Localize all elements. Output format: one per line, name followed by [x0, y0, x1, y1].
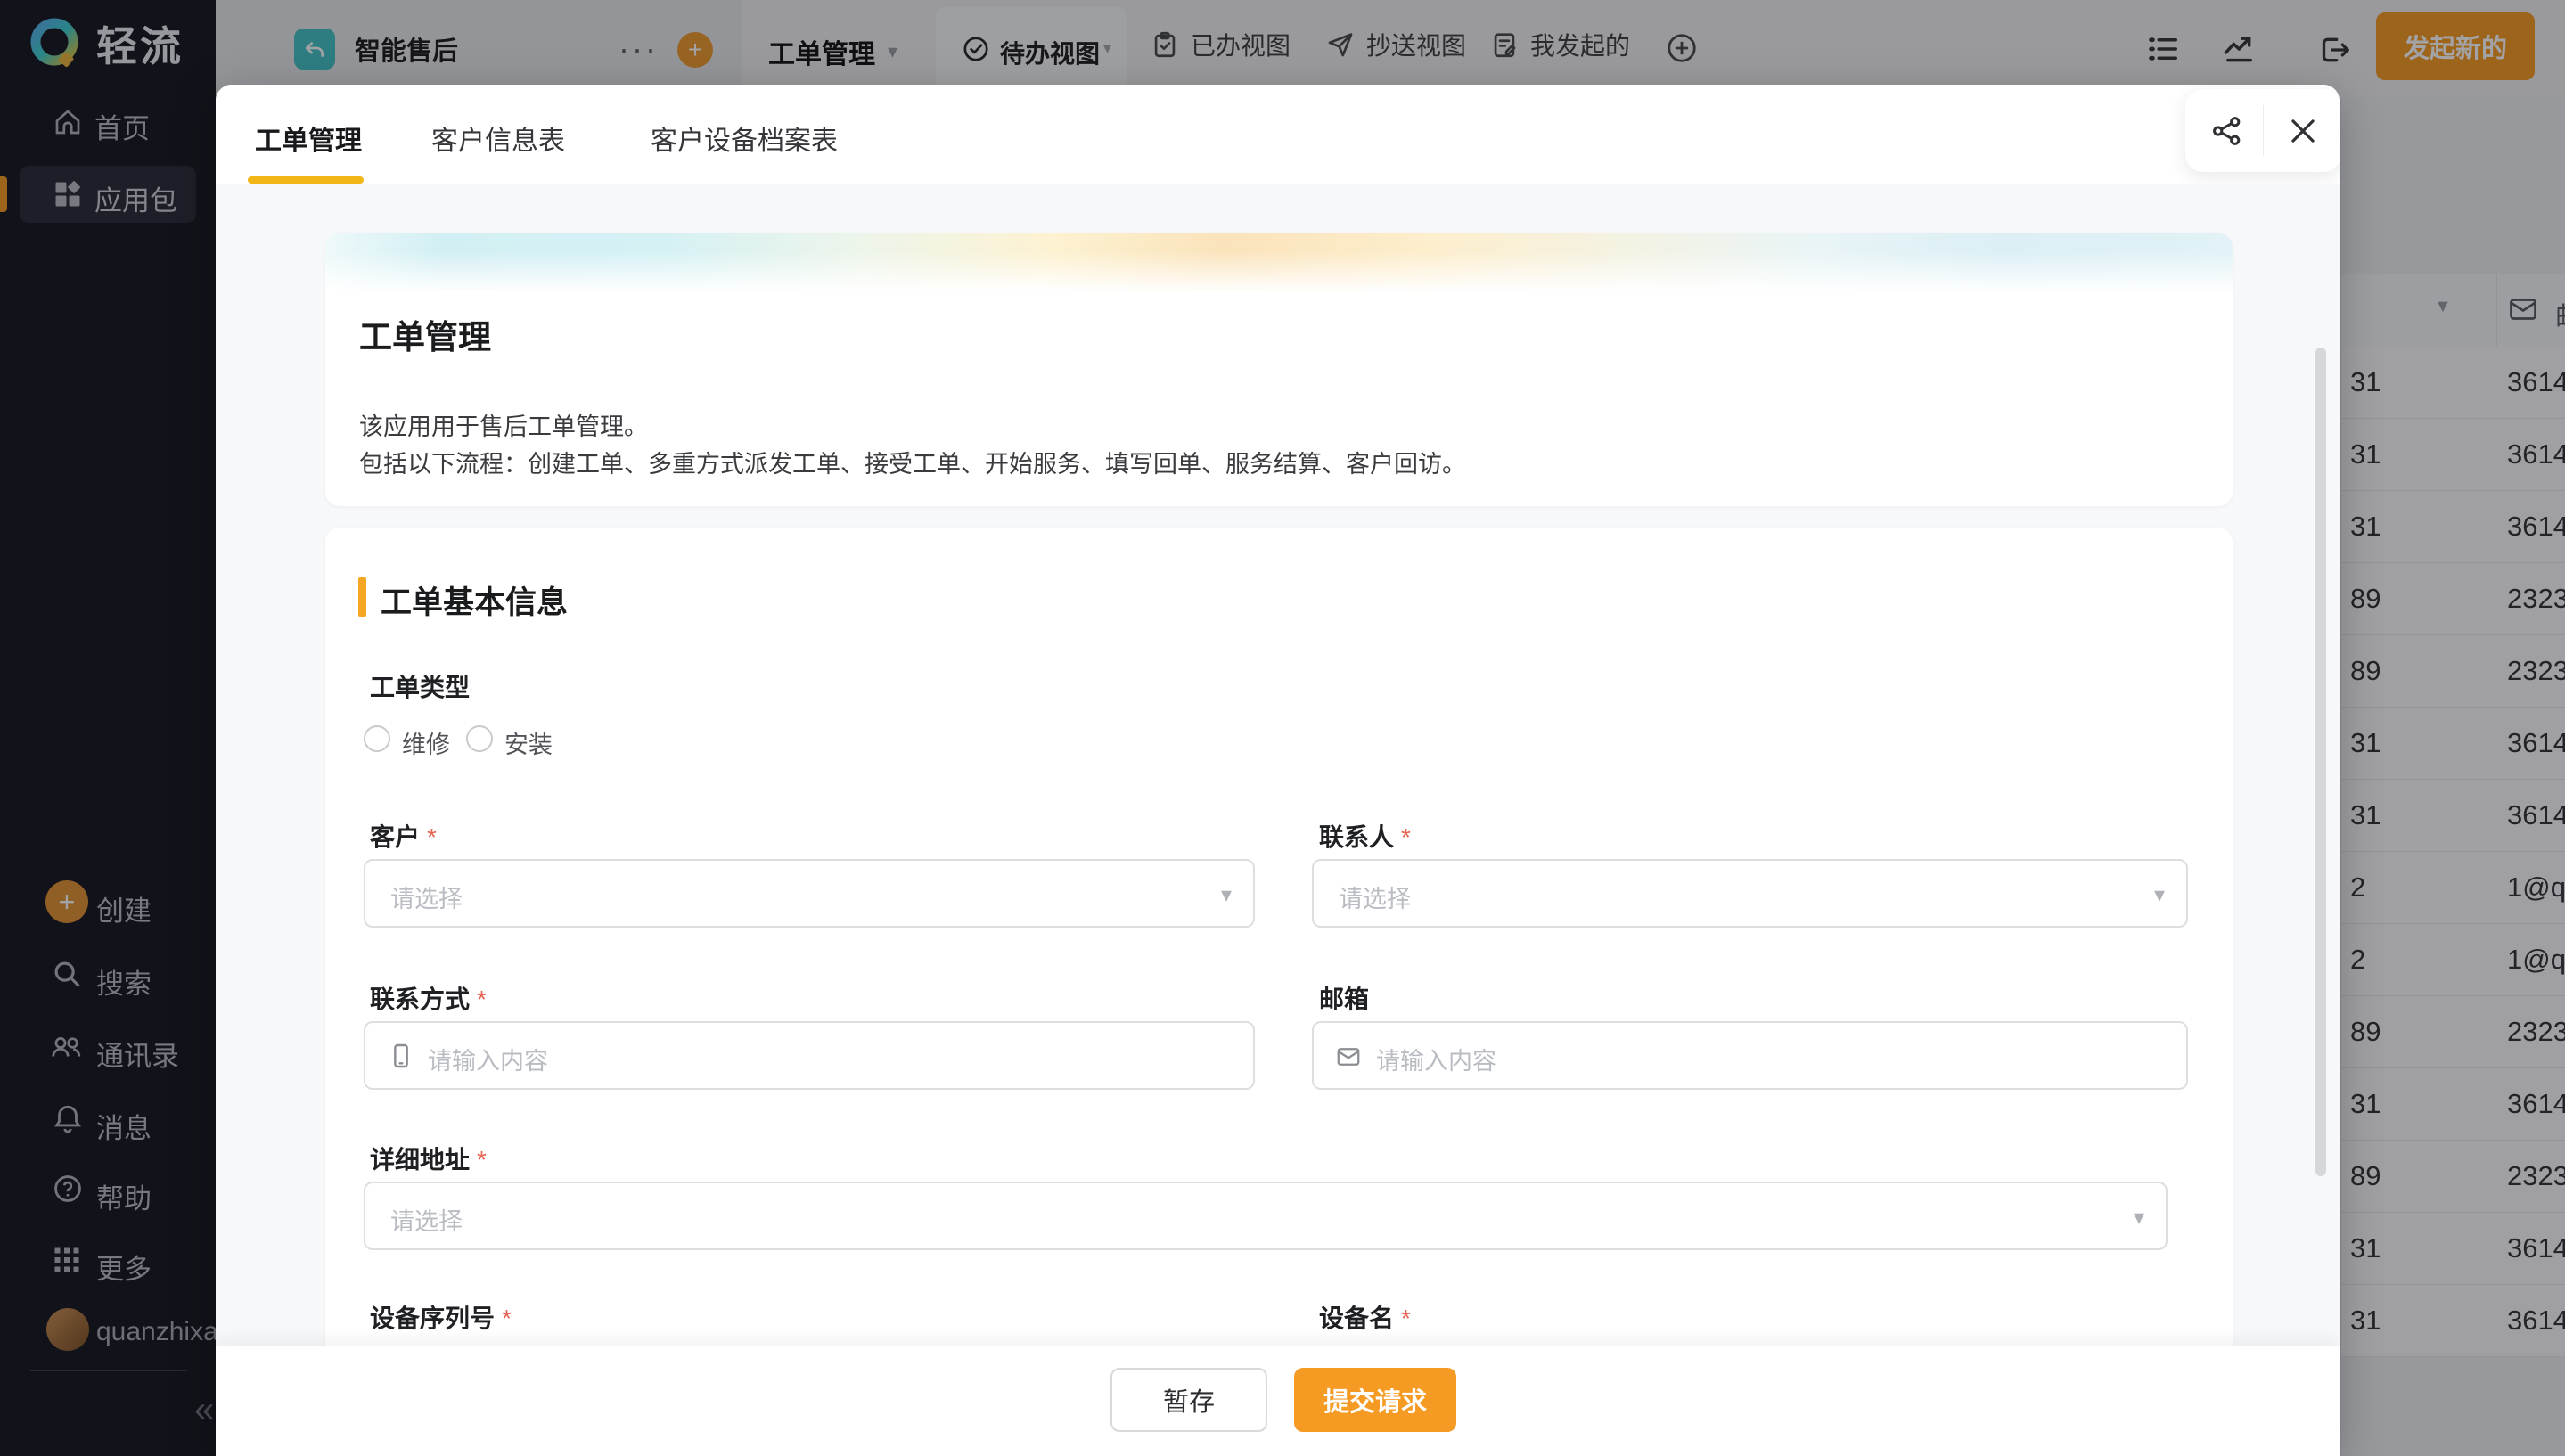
phone-input[interactable]: 请输入内容 — [364, 1021, 1255, 1090]
modal-tab-bar: 工单管理 客户信息表 客户设备档案表 — [216, 85, 2340, 185]
radio-repair[interactable] — [364, 725, 390, 752]
select-placeholder: 请选择 — [390, 1202, 463, 1237]
form-card: 工单基本信息 工单类型 维修 安装 客户* 联系人* 请选择 ▾ 请选择 ▾ — [325, 528, 2233, 1346]
contact-select[interactable]: 请选择 ▾ — [1312, 859, 2188, 928]
share-icon[interactable] — [2210, 114, 2244, 148]
app-header-card: 工单管理 该应用用于售后工单管理。 包括以下流程：创建工单、多重方式派发工单、接… — [325, 233, 2233, 506]
modal-scrollbar[interactable] — [2315, 348, 2326, 1176]
input-placeholder: 请输入内容 — [1376, 1042, 1496, 1076]
app-description-line1: 该应用用于售后工单管理。 — [359, 408, 1466, 446]
required-mark: * — [1401, 1305, 1411, 1332]
chevron-down-icon: ▾ — [1221, 882, 1232, 908]
modal-tab-device-archive[interactable]: 客户设备档案表 — [651, 119, 838, 158]
required-mark: * — [477, 1146, 487, 1174]
save-draft-button[interactable]: 暂存 — [1110, 1368, 1267, 1432]
email-input[interactable]: 请输入内容 — [1312, 1021, 2188, 1090]
input-placeholder: 请输入内容 — [428, 1042, 548, 1076]
select-placeholder: 请选择 — [1339, 879, 1411, 914]
app-title: 工单管理 — [359, 310, 491, 358]
required-mark: * — [502, 1305, 512, 1332]
address-label: 详细地址* — [370, 1141, 487, 1176]
close-icon[interactable] — [2286, 114, 2320, 148]
pill-divider — [2263, 105, 2264, 156]
radio-install-label[interactable]: 安装 — [504, 725, 553, 760]
address-select[interactable]: 请选择 ▾ — [364, 1182, 2168, 1250]
chevron-down-icon: ▾ — [2134, 1205, 2144, 1231]
submit-label: 提交请求 — [1323, 1381, 1427, 1419]
save-draft-label: 暂存 — [1163, 1381, 1215, 1419]
modal-tab-customer-info[interactable]: 客户信息表 — [431, 119, 565, 158]
submit-button[interactable]: 提交请求 — [1294, 1368, 1456, 1432]
required-mark: * — [1401, 823, 1411, 851]
chevron-down-icon: ▾ — [2154, 882, 2165, 908]
device-name-label: 设备名* — [1319, 1299, 1411, 1335]
device-sn-label: 设备序列号* — [370, 1299, 512, 1335]
required-mark: * — [477, 986, 487, 1013]
radio-repair-label[interactable]: 维修 — [402, 725, 450, 760]
mail-icon — [1335, 1043, 1362, 1070]
active-tab-underline — [248, 176, 364, 184]
required-mark: * — [427, 823, 437, 851]
contact-label: 联系人* — [1319, 818, 1411, 854]
screen: 轻流 首页 应用包 + 创建 — [0, 0, 2565, 1456]
section-title: 工单基本信息 — [381, 577, 568, 623]
header-gradient-banner — [325, 233, 2233, 292]
select-placeholder: 请选择 — [390, 879, 463, 914]
modal-scroll-area: 工单管理 该应用用于售后工单管理。 包括以下流程：创建工单、多重方式派发工单、接… — [216, 184, 2340, 1346]
app-description: 该应用用于售后工单管理。 包括以下流程：创建工单、多重方式派发工单、接受工单、开… — [359, 408, 1466, 483]
work-order-modal: 工单管理 客户信息表 客户设备档案表 — [216, 85, 2340, 1456]
banner-fade — [325, 233, 2233, 292]
phone-label: 联系方式* — [370, 980, 487, 1016]
app-description-line2: 包括以下流程：创建工单、多重方式派发工单、接受工单、开始服务、填写回单、服务结算… — [359, 446, 1466, 483]
modal-tab-work-order[interactable]: 工单管理 — [255, 119, 362, 158]
modal-footer: 暂存 提交请求 — [216, 1346, 2340, 1456]
modal-window-controls — [2185, 89, 2340, 172]
radio-install[interactable] — [466, 725, 493, 752]
phone-icon — [387, 1042, 415, 1070]
customer-label: 客户* — [370, 818, 437, 854]
work-type-label: 工单类型 — [370, 668, 470, 704]
section-accent-bar — [358, 577, 366, 617]
customer-select[interactable]: 请选择 ▾ — [364, 859, 1255, 928]
email-label: 邮箱 — [1319, 980, 1369, 1016]
